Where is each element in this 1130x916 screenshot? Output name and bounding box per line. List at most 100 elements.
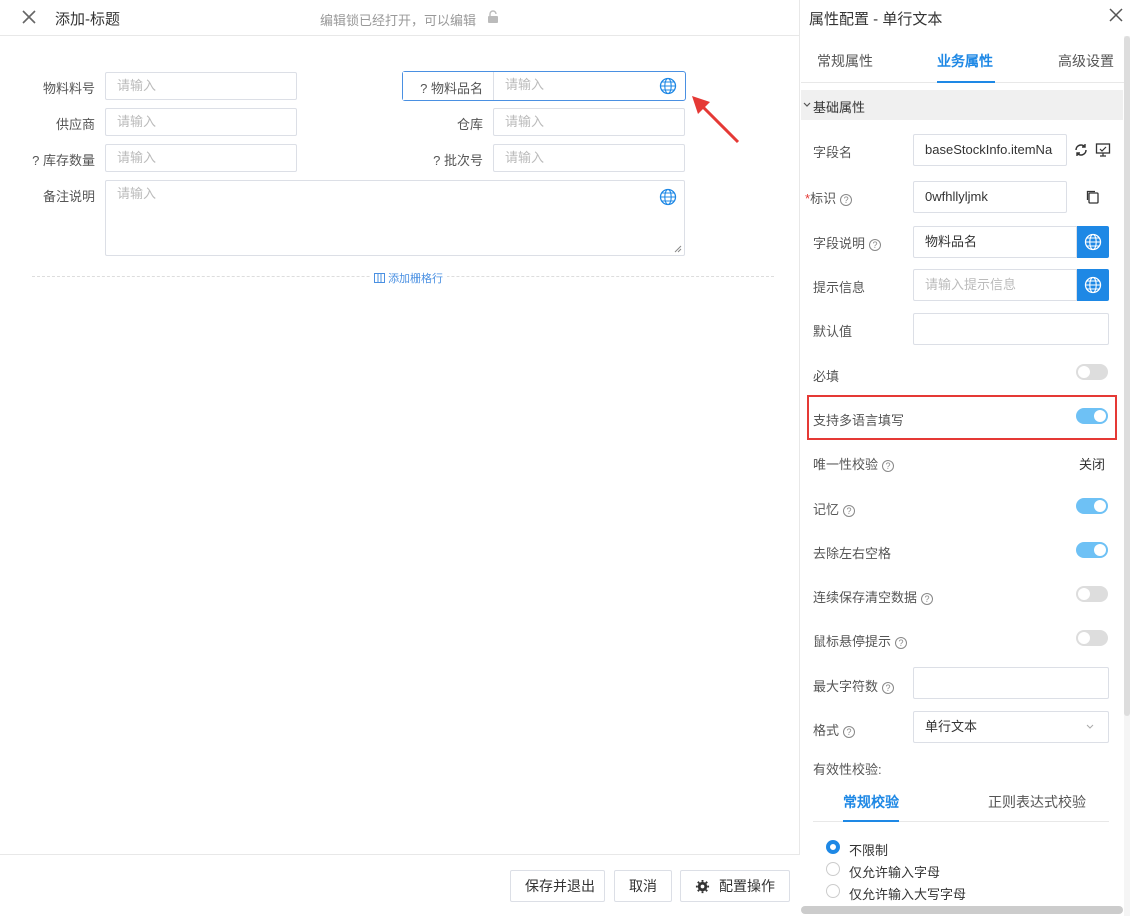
label-validity: 有效性校验: (813, 762, 882, 777)
save-exit-button[interactable]: 保存并退出 (510, 870, 605, 902)
label-multilang: 支持多语言填写 (813, 413, 905, 428)
label-unique: 唯一性校验? (813, 454, 895, 473)
label-memory: 记忆? (813, 499, 856, 518)
material-name-input[interactable]: 请输入 (494, 72, 654, 100)
annotation-arrow-icon (692, 96, 740, 144)
label-field-desc: 字段说明? (813, 233, 882, 252)
globe-icon (1084, 276, 1102, 294)
help-icon[interactable]: ? (843, 726, 856, 738)
validity-tabs: 常规校验 正则表达式校验 (813, 780, 1109, 822)
help-icon[interactable]: ? (840, 194, 853, 206)
label-identifier: *标识? (805, 188, 853, 207)
footer-bar: 保存并退出 取消 配置操作 (0, 854, 800, 914)
horizontal-scrollbar[interactable] (801, 906, 1123, 914)
close-icon[interactable] (18, 6, 40, 28)
chevron-down-icon (803, 102, 811, 107)
chevron-down-icon (1086, 724, 1094, 729)
tab-general[interactable]: 常规属性 (817, 51, 873, 71)
tab-business[interactable]: 业务属性 (937, 51, 993, 71)
globe-icon[interactable] (659, 188, 677, 206)
help-icon[interactable]: ? (921, 593, 934, 605)
help-icon[interactable]: ? (882, 460, 895, 472)
label-remark: 备注说明 (42, 189, 95, 204)
maxlen-input[interactable] (913, 667, 1109, 699)
label-clear: 连续保存清空数据? (813, 587, 934, 606)
cancel-button[interactable]: 取消 (614, 870, 672, 902)
clear-toggle[interactable] (1076, 586, 1108, 602)
label-required: 必填 (813, 369, 840, 384)
lock-icon[interactable] (487, 10, 499, 24)
label-hint: 提示信息 (813, 280, 866, 295)
help-icon[interactable]: ? (869, 239, 882, 251)
globe-icon (1084, 233, 1102, 251)
label-material-name: ? 物料品名 (420, 81, 483, 96)
label-material-no: 物料料号 (42, 81, 95, 96)
close-icon[interactable] (1108, 6, 1124, 24)
field-name-input[interactable]: baseStockInfo.itemNa (913, 134, 1067, 166)
default-value-input[interactable] (913, 313, 1109, 345)
help-icon[interactable]: ? (882, 682, 895, 694)
label-default: 默认值 (813, 324, 853, 339)
radio-label: 仅允许输入字母 (849, 865, 941, 880)
label-hover: 鼠标悬停提示? (813, 631, 908, 650)
scroll-thumb[interactable] (1124, 36, 1130, 716)
hint-globe-button[interactable] (1077, 269, 1109, 301)
label-warehouse: 仓库 (456, 117, 483, 132)
remark-textarea[interactable]: 请输入 (105, 180, 685, 256)
radio-no-limit[interactable] (826, 840, 840, 854)
property-panel: 属性配置 - 单行文本 常规属性 业务属性 高级设置 基础属性 字段名 base… (801, 0, 1130, 916)
help-icon[interactable]: ? (843, 505, 856, 517)
remark-placeholder: 请输入 (117, 186, 157, 201)
page-title: 添加-标题 (55, 11, 120, 28)
tab-indicator (937, 81, 995, 83)
gear-icon (695, 879, 710, 894)
form-designer: 添加-标题 编辑锁已经打开，可以编辑 物料料号 请输入 ? 物料品名 请输入 供… (0, 0, 800, 914)
refresh-icon[interactable] (1073, 142, 1089, 158)
lock-message: 编辑锁已经打开，可以编辑 (320, 13, 477, 28)
label-batch-no: ? 批次号 (433, 153, 483, 168)
trim-toggle[interactable] (1076, 542, 1108, 558)
label-trim: 去除左右空格 (813, 546, 892, 561)
label-format: 格式? (813, 720, 856, 739)
material-no-input[interactable]: 请输入 (105, 72, 297, 100)
globe-icon[interactable] (659, 77, 677, 95)
radio-label: 仅允许输入大写字母 (849, 887, 967, 902)
format-select[interactable]: 单行文本 (913, 711, 1109, 743)
label-field-name: 字段名 (813, 145, 853, 160)
label-maxlen: 最大字符数? (813, 676, 895, 695)
supplier-input[interactable]: 请输入 (105, 108, 297, 136)
tab-general-validation[interactable]: 常规校验 (843, 792, 899, 812)
required-toggle[interactable] (1076, 364, 1108, 380)
batch-no-input[interactable]: 请输入 (493, 144, 685, 172)
memory-toggle[interactable] (1076, 498, 1108, 514)
multilang-toggle[interactable] (1076, 408, 1108, 424)
panel-title: 属性配置 - 单行文本 (809, 11, 943, 28)
resize-handle-icon[interactable] (674, 245, 682, 253)
designer-header: 添加-标题 编辑锁已经打开，可以编辑 (0, 0, 800, 36)
field-desc-input[interactable]: 物料品名 (913, 226, 1077, 258)
radio-uppercase-only[interactable] (826, 884, 840, 898)
help-icon[interactable]: ? (895, 637, 908, 649)
subtab-indicator (843, 820, 899, 822)
tab-advanced[interactable]: 高级设置 (1058, 51, 1114, 71)
unique-value[interactable]: 关闭 (1079, 454, 1105, 473)
radio-letters-only[interactable] (826, 862, 840, 876)
warehouse-input[interactable]: 请输入 (493, 108, 685, 136)
material-name-field[interactable]: ? 物料品名 请输入 (402, 71, 686, 101)
field-desc-globe-button[interactable] (1077, 226, 1109, 258)
label-supplier: 供应商 (55, 117, 95, 132)
copy-icon[interactable] (1085, 189, 1101, 205)
config-actions-button[interactable]: 配置操作 (680, 870, 790, 902)
stock-qty-input[interactable]: 请输入 (105, 144, 297, 172)
section-header[interactable]: 基础属性 (801, 90, 1123, 120)
hint-input[interactable]: 请输入提示信息 (913, 269, 1077, 301)
hover-toggle[interactable] (1076, 630, 1108, 646)
add-grid-row-button[interactable]: 添加栅格行 (370, 270, 448, 286)
label-stock-qty: ? 库存数量 (32, 153, 95, 168)
monitor-icon[interactable] (1095, 142, 1111, 158)
radio-label: 不限制 (849, 843, 889, 858)
panel-tabs: 常规属性 业务属性 高级设置 (801, 37, 1130, 83)
identifier-input[interactable]: 0wfhllyljmk (913, 181, 1067, 213)
tab-regex-validation[interactable]: 正则表达式校验 (988, 792, 1086, 812)
vertical-scrollbar[interactable] (1124, 36, 1130, 916)
